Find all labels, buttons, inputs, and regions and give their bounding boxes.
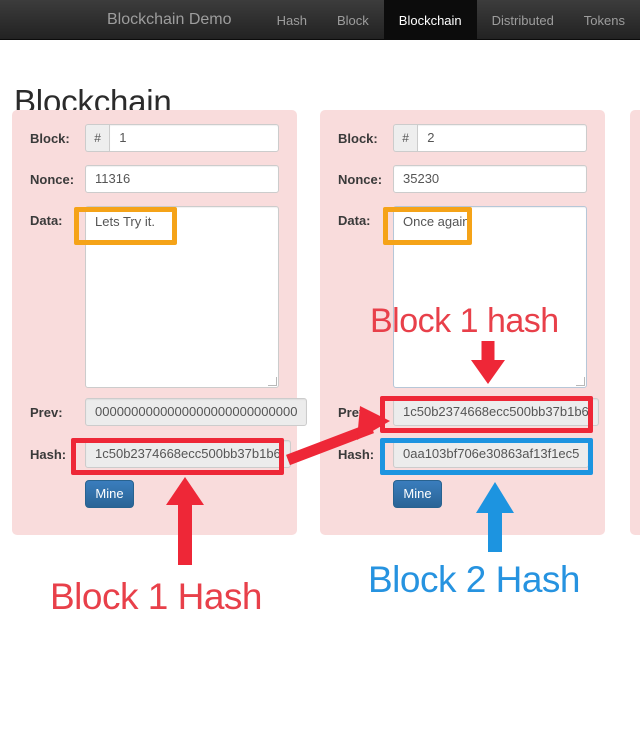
hash-input[interactable]: 1c50b2374668ecc500bb37b1b6: [85, 440, 291, 468]
nonce-label: Nonce:: [338, 172, 383, 187]
hash-sign-icon: #: [85, 124, 110, 152]
hash-label: Hash:: [338, 447, 375, 462]
nav-link-tokens[interactable]: Tokens: [569, 0, 640, 40]
block-number-label: Block:: [338, 131, 378, 146]
hash-input[interactable]: 0aa103bf706e30863af13f1ec5: [393, 440, 590, 468]
prev-label: Prev:: [30, 405, 63, 420]
block-card-3: [630, 110, 640, 535]
data-row: Data: Once again.: [338, 206, 587, 388]
hash-row: Hash: 1c50b2374668ecc500bb37b1b6: [30, 440, 291, 468]
nav-link-hash[interactable]: Hash: [262, 0, 322, 40]
data-textarea[interactable]: Lets Try it.: [85, 206, 279, 388]
hash-field: 1c50b2374668ecc500bb37b1b6: [85, 440, 291, 468]
hash-field: 0aa103bf706e30863af13f1ec5: [393, 440, 590, 468]
nav-link-distributed[interactable]: Distributed: [477, 0, 569, 40]
prev-label: Prev:: [338, 405, 371, 420]
nonce-row: Nonce: 11316: [30, 165, 279, 193]
mine-button[interactable]: Mine: [85, 480, 134, 508]
data-row: Data: Lets Try it.: [30, 206, 279, 388]
nav-link-blockchain[interactable]: Blockchain: [383, 0, 477, 40]
block-number-label: Block:: [30, 131, 70, 146]
prev-row: Prev: 1c50b2374668ecc500bb37b1b6: [338, 398, 599, 426]
annotation-block1-hash-bottom: Block 1 Hash: [50, 576, 263, 617]
annotation-block2-hash-bottom: Block 2 Hash: [368, 559, 581, 600]
block-card-2: Block: # 2 Nonce: 35230 Data: Once again…: [320, 110, 605, 535]
block-number-input[interactable]: 1: [109, 124, 279, 152]
block-number-field: # 1: [85, 124, 279, 152]
nav-links: Hash Block Blockchain Distributed Tokens: [262, 0, 640, 40]
prev-row: Prev: 0000000000000000000000000000: [30, 398, 308, 426]
hash-label: Hash:: [30, 447, 67, 462]
nav-link-block[interactable]: Block: [322, 0, 384, 40]
block-number-field: # 2: [393, 124, 587, 152]
prev-input[interactable]: 0000000000000000000000000000: [85, 398, 308, 426]
data-field: Once again.: [393, 206, 587, 388]
nonce-row: Nonce: 35230: [338, 165, 587, 193]
nonce-field: 11316: [85, 165, 279, 193]
nonce-input[interactable]: 35230: [393, 165, 587, 193]
top-navbar: Blockchain Demo Hash Block Blockchain Di…: [0, 0, 640, 40]
block-number-input[interactable]: 2: [417, 124, 587, 152]
block-card-1: Block: # 1 Nonce: 11316 Data: Lets Try i…: [12, 110, 308, 535]
nonce-field: 35230: [393, 165, 587, 193]
resize-grip-icon[interactable]: [268, 377, 277, 386]
data-label: Data:: [338, 213, 371, 228]
data-field: Lets Try it.: [85, 206, 279, 388]
hash-sign-icon: #: [393, 124, 418, 152]
data-textarea[interactable]: Once again.: [393, 206, 587, 388]
block-number-input-group: # 1: [85, 124, 279, 152]
brand-title[interactable]: Blockchain Demo: [107, 0, 232, 40]
data-label: Data:: [30, 213, 63, 228]
nonce-label: Nonce:: [30, 172, 75, 187]
block-number-row: Block: # 2: [338, 124, 587, 152]
nonce-input[interactable]: 11316: [85, 165, 279, 193]
mine-button[interactable]: Mine: [393, 480, 442, 508]
prev-field: 1c50b2374668ecc500bb37b1b6: [393, 398, 599, 426]
resize-grip-icon[interactable]: [576, 377, 585, 386]
hash-row: Hash: 0aa103bf706e30863af13f1ec5: [338, 440, 590, 468]
block-number-input-group: # 2: [393, 124, 587, 152]
block-number-row: Block: # 1: [30, 124, 279, 152]
prev-input[interactable]: 1c50b2374668ecc500bb37b1b6: [393, 398, 599, 426]
prev-field: 0000000000000000000000000000: [85, 398, 308, 426]
